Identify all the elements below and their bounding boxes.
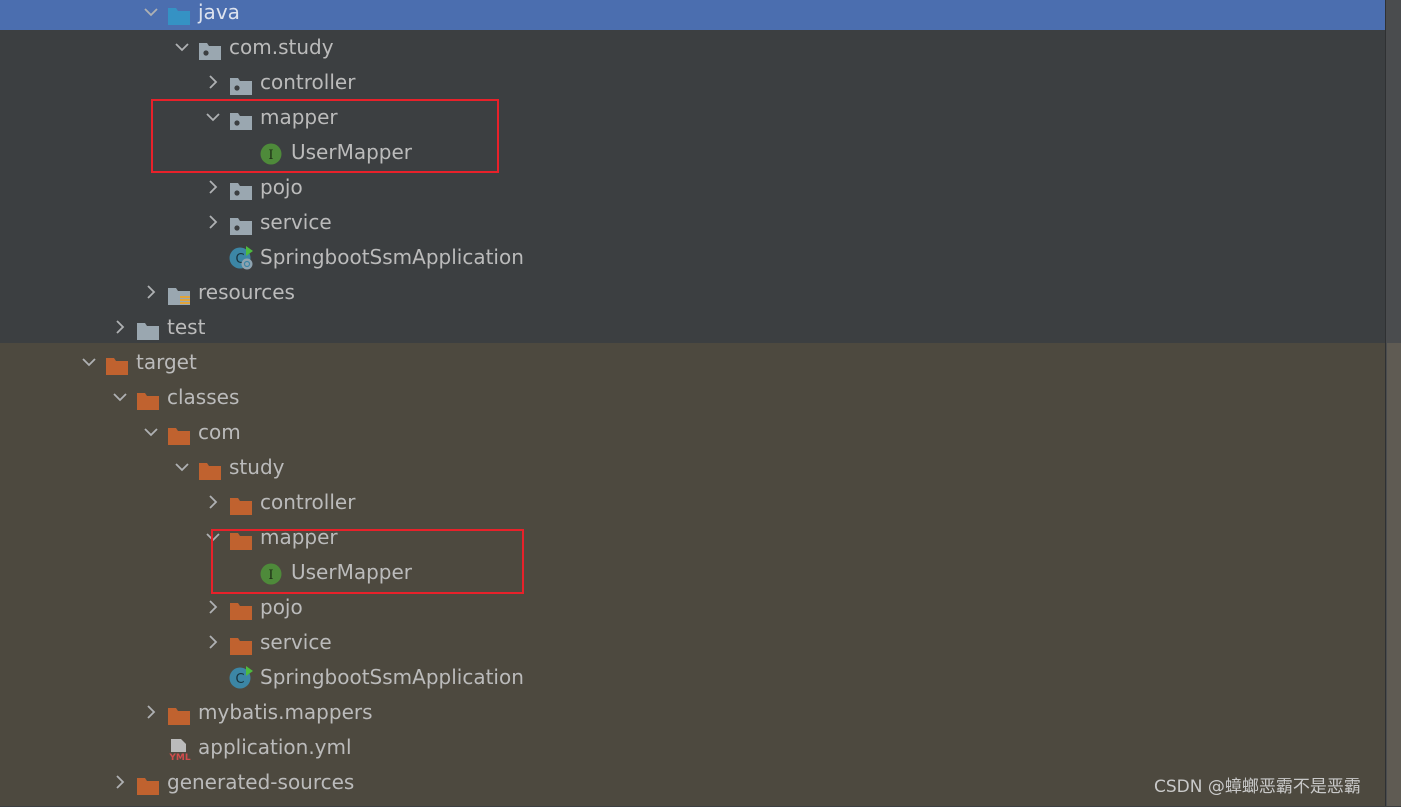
tree-node-label: study (229, 455, 285, 479)
tree-node-pojo[interactable]: pojo (0, 170, 1385, 205)
tree-node-resources[interactable]: resources (0, 275, 1385, 310)
tree-node-label: generated-sources (167, 770, 355, 794)
package-icon (198, 37, 221, 60)
tree-node-label: pojo (260, 595, 303, 619)
spring-boot-class-icon: C (229, 246, 253, 270)
excluded-folder-icon (198, 457, 221, 480)
tree-node-study[interactable]: study (0, 450, 1385, 485)
excluded-folder-icon (167, 422, 190, 445)
tree-node-label: pojo (260, 175, 303, 199)
tree-node-service[interactable]: service (0, 205, 1385, 240)
tree-node-label: controller (260, 490, 356, 514)
chevron-down-icon[interactable] (112, 380, 128, 415)
chevron-right-icon[interactable] (112, 765, 128, 800)
tree-node-label: classes (167, 385, 240, 409)
tree-node-label: application.yml (198, 735, 352, 759)
tree-node-target[interactable]: target (0, 345, 1385, 380)
tree-node-test[interactable]: test (0, 310, 1385, 345)
tree-node-label: test (167, 315, 206, 339)
excluded-folder-icon (229, 632, 252, 655)
tree-node-label: mybatis.mappers (198, 700, 373, 724)
yml-file-icon: YML (167, 737, 191, 763)
tree-node-controller[interactable]: controller (0, 65, 1385, 100)
watermark: CSDN @蟑螂恶霸不是恶霸 (1154, 777, 1361, 797)
package-icon (229, 72, 252, 95)
highlight-box-target-mapper (211, 529, 524, 594)
tree-node-service[interactable]: service (0, 625, 1385, 660)
tree-node-label: com.study (229, 35, 334, 59)
tree-node-label: service (260, 210, 332, 234)
tree-node-label: controller (260, 70, 356, 94)
class-icon: C (229, 666, 253, 689)
tree-node-application-yml[interactable]: YML application.yml (0, 730, 1385, 765)
excluded-folder-icon (136, 772, 159, 795)
chevron-down-icon[interactable] (143, 415, 159, 450)
tree-node-label: SpringbootSsmApplication (260, 665, 524, 689)
tree-node-usermapper[interactable]: I UserMapper (0, 555, 1385, 590)
chevron-right-icon[interactable] (143, 695, 159, 730)
package-icon (229, 212, 252, 235)
tree-node-springbootssmapplication[interactable]: C SpringbootSsmApplication (0, 660, 1385, 695)
folder-icon (136, 317, 159, 340)
tree-node-label: target (136, 350, 197, 374)
chevron-right-icon[interactable] (205, 485, 221, 520)
tree-node-mapper[interactable]: mapper (0, 520, 1385, 555)
chevron-down-icon[interactable] (174, 30, 190, 65)
chevron-down-icon[interactable] (143, 0, 159, 30)
excluded-folder-icon (229, 492, 252, 515)
package-icon (229, 177, 252, 200)
chevron-right-icon[interactable] (205, 205, 221, 240)
source-folder-icon (167, 2, 190, 25)
chevron-right-icon[interactable] (205, 590, 221, 625)
scrollbar-thumb[interactable] (1387, 343, 1401, 806)
chevron-right-icon[interactable] (205, 170, 221, 205)
tree-node-label: service (260, 630, 332, 654)
chevron-right-icon[interactable] (205, 625, 221, 660)
chevron-right-icon[interactable] (205, 65, 221, 100)
tree-node-label: com (198, 420, 241, 444)
excluded-folder-icon (167, 702, 190, 725)
tree-node-classes[interactable]: classes (0, 380, 1385, 415)
chevron-down-icon[interactable] (174, 450, 190, 485)
tree-node-springbootssmapplication[interactable]: C SpringbootSsmApplication (0, 240, 1385, 275)
svg-text:YML: YML (168, 753, 190, 761)
tree-node-label: java (198, 0, 240, 24)
tree-node-com[interactable]: com (0, 415, 1385, 450)
chevron-right-icon[interactable] (143, 275, 159, 310)
tree-node-pojo[interactable]: pojo (0, 590, 1385, 625)
chevron-down-icon[interactable] (81, 345, 97, 380)
vertical-scrollbar[interactable] (1385, 0, 1401, 806)
chevron-right-icon[interactable] (112, 310, 128, 345)
resources-folder-icon (167, 282, 190, 305)
tree-node-label: resources (198, 280, 295, 304)
tree-node-com-study[interactable]: com.study (0, 30, 1385, 65)
tree-node-java[interactable]: java (0, 0, 1385, 30)
highlight-box-source-mapper (151, 99, 499, 173)
excluded-folder-icon (105, 352, 128, 375)
svg-text:C: C (235, 672, 244, 687)
tree-node-mybatis-mappers[interactable]: mybatis.mappers (0, 695, 1385, 730)
excluded-folder-icon (136, 387, 159, 410)
excluded-folder-icon (229, 597, 252, 620)
tree-node-label: SpringbootSsmApplication (260, 245, 524, 269)
tree-node-controller[interactable]: controller (0, 485, 1385, 520)
